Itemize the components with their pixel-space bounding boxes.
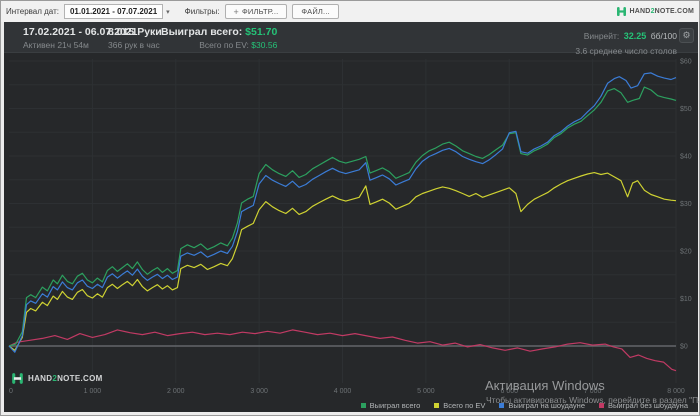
y-tick-label: $60 (680, 59, 692, 66)
winrate-line: Винрейт: 32.25 бб/100 (583, 31, 677, 41)
legend-item[interactable]: Выиграл всего (360, 401, 421, 410)
chart-legend: Выиграл всего Всего по EV Выиграл на шоуда… (360, 401, 688, 410)
watermark-logo: HAND2NOTE.COM (11, 372, 103, 385)
filters-label: Фильтры: (184, 7, 220, 16)
hand2note-icon (616, 7, 626, 16)
legend-swatch-icon (499, 403, 505, 408)
legend-swatch-icon (434, 403, 440, 408)
filter-button[interactable]: + ФИЛЬТР... (224, 4, 288, 19)
legend-label: Выиграл на шоудауне (508, 401, 585, 410)
legend-swatch-icon (360, 403, 366, 408)
x-tick-label: 2 000 (167, 388, 185, 395)
y-tick-label: $10 (680, 296, 692, 303)
legend-swatch-icon (599, 403, 604, 408)
legend-item[interactable]: Выиграл без шоудауна (599, 401, 688, 410)
y-tick-label: $50 (680, 106, 692, 113)
y-tick-label: $40 (680, 154, 692, 161)
hands-count: 8 015 Руки (108, 26, 162, 38)
date-range-input[interactable]: 01.01.2021 - 07.07.2021 (63, 4, 164, 19)
ev-total: Всего по EV: $30.56 (199, 40, 278, 50)
windows-activation-title: Активация Windows (485, 378, 605, 393)
watermark-text: HAND2NOTE.COM (28, 374, 103, 383)
stats-bar: 17.02.2021 - 06.07.2021 Активен 21ч 54м … (4, 22, 698, 56)
x-tick-label: 3 000 (250, 388, 268, 395)
graph-panel: 17.02.2021 - 06.07.2021 Активен 21ч 54м … (4, 22, 699, 412)
stat-winnings: Выиграл всего: $51.70 Всего по EV: $30.5… (161, 26, 277, 50)
file-button[interactable]: ФАЙЛ... (292, 4, 339, 19)
legend-item[interactable]: Всего по EV (434, 401, 485, 410)
won-total: Выиграл всего: $51.70 (161, 26, 278, 38)
x-tick-label: 1 000 (84, 388, 102, 395)
x-tick-label: 5 000 (417, 388, 435, 395)
app-window: Интервал дат: 01.01.2021 - 07.07.2021 ▾ … (0, 0, 700, 416)
x-tick-label: 4 000 (334, 388, 352, 395)
y-tick-label: $20 (680, 249, 692, 256)
toolbar: Интервал дат: 01.01.2021 - 07.07.2021 ▾ … (1, 1, 699, 22)
plus-icon: + (233, 6, 239, 17)
filter-button-label: ФИЛЬТР... (242, 7, 279, 16)
date-range-label: Интервал дат: (6, 7, 59, 16)
legend-label: Выиграл всего (369, 401, 421, 410)
brand-text: HAND2NOTE.COM (629, 8, 694, 15)
legend-label: Всего по EV (443, 401, 486, 410)
y-tick-label: $30 (680, 201, 692, 208)
gear-icon: ⚙ (682, 30, 691, 40)
stat-winrate: Винрейт: 32.25 бб/100 3.6 среднее число … (575, 26, 677, 56)
y-tick-label: $0 (680, 344, 688, 351)
legend-label: Выиграл без шоудауна (608, 401, 688, 410)
file-button-label: ФАЙЛ... (301, 7, 330, 16)
legend-item[interactable]: Выиграл на шоудауне (499, 401, 585, 410)
brand-logo: HAND2NOTE.COM (616, 6, 694, 17)
hands-per-hour: 366 рук в час (108, 40, 160, 50)
x-tick-label: 8 000 (667, 388, 685, 395)
winnings-chart[interactable]: $0 $10 $20 $30 $40 $50 $60 0 1 000 2 000 3 000 4 00… (4, 53, 698, 412)
chevron-down-icon[interactable]: ▾ (166, 8, 170, 16)
hand2note-icon (12, 373, 23, 384)
date-range-value: 01.01.2021 - 07.07.2021 (69, 7, 158, 16)
stat-hands: 8 015 Руки 366 рук в час (108, 26, 162, 50)
x-tick-label: 0 (9, 388, 13, 395)
settings-button[interactable]: ⚙ (679, 28, 694, 43)
